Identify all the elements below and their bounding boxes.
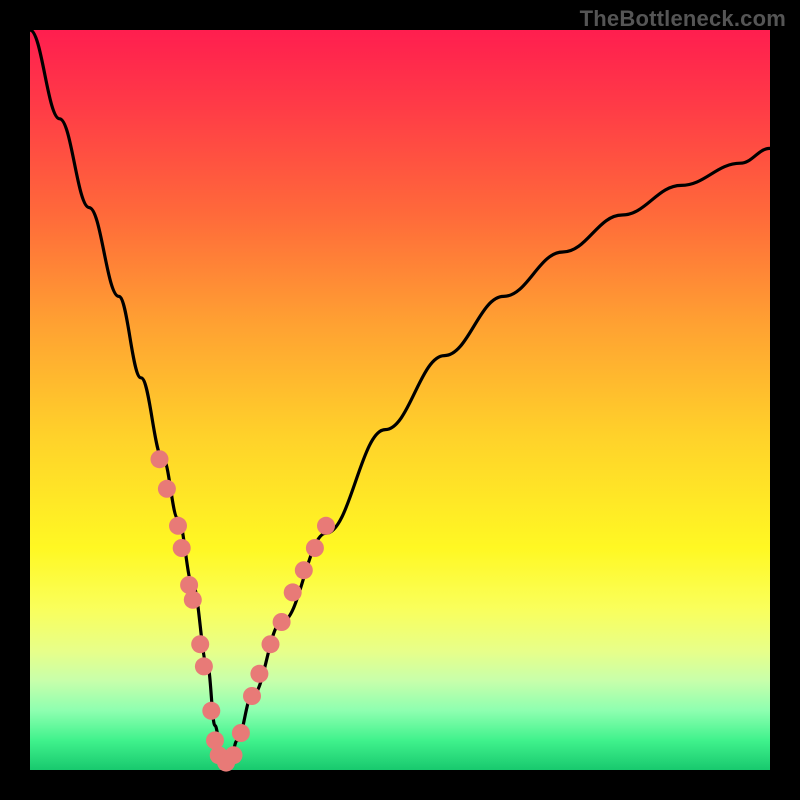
curve-marker [273,613,291,631]
curve-marker [306,539,324,557]
bottleneck-curve [30,30,770,763]
curve-marker [151,450,169,468]
curve-marker [295,561,313,579]
plot-area [30,30,770,770]
chart-svg [30,30,770,770]
curve-marker [158,480,176,498]
curve-marker [243,687,261,705]
curve-marker [284,583,302,601]
curve-marker [262,635,280,653]
curve-marker [317,517,335,535]
chart-frame: TheBottleneck.com [0,0,800,800]
curve-marker [195,657,213,675]
watermark-text: TheBottleneck.com [580,6,786,32]
curve-marker [232,724,250,742]
curve-marker [225,746,243,764]
curve-marker [184,591,202,609]
curve-marker [202,702,220,720]
curve-marker [173,539,191,557]
curve-marker [169,517,187,535]
curve-marker [191,635,209,653]
curve-marker [250,665,268,683]
